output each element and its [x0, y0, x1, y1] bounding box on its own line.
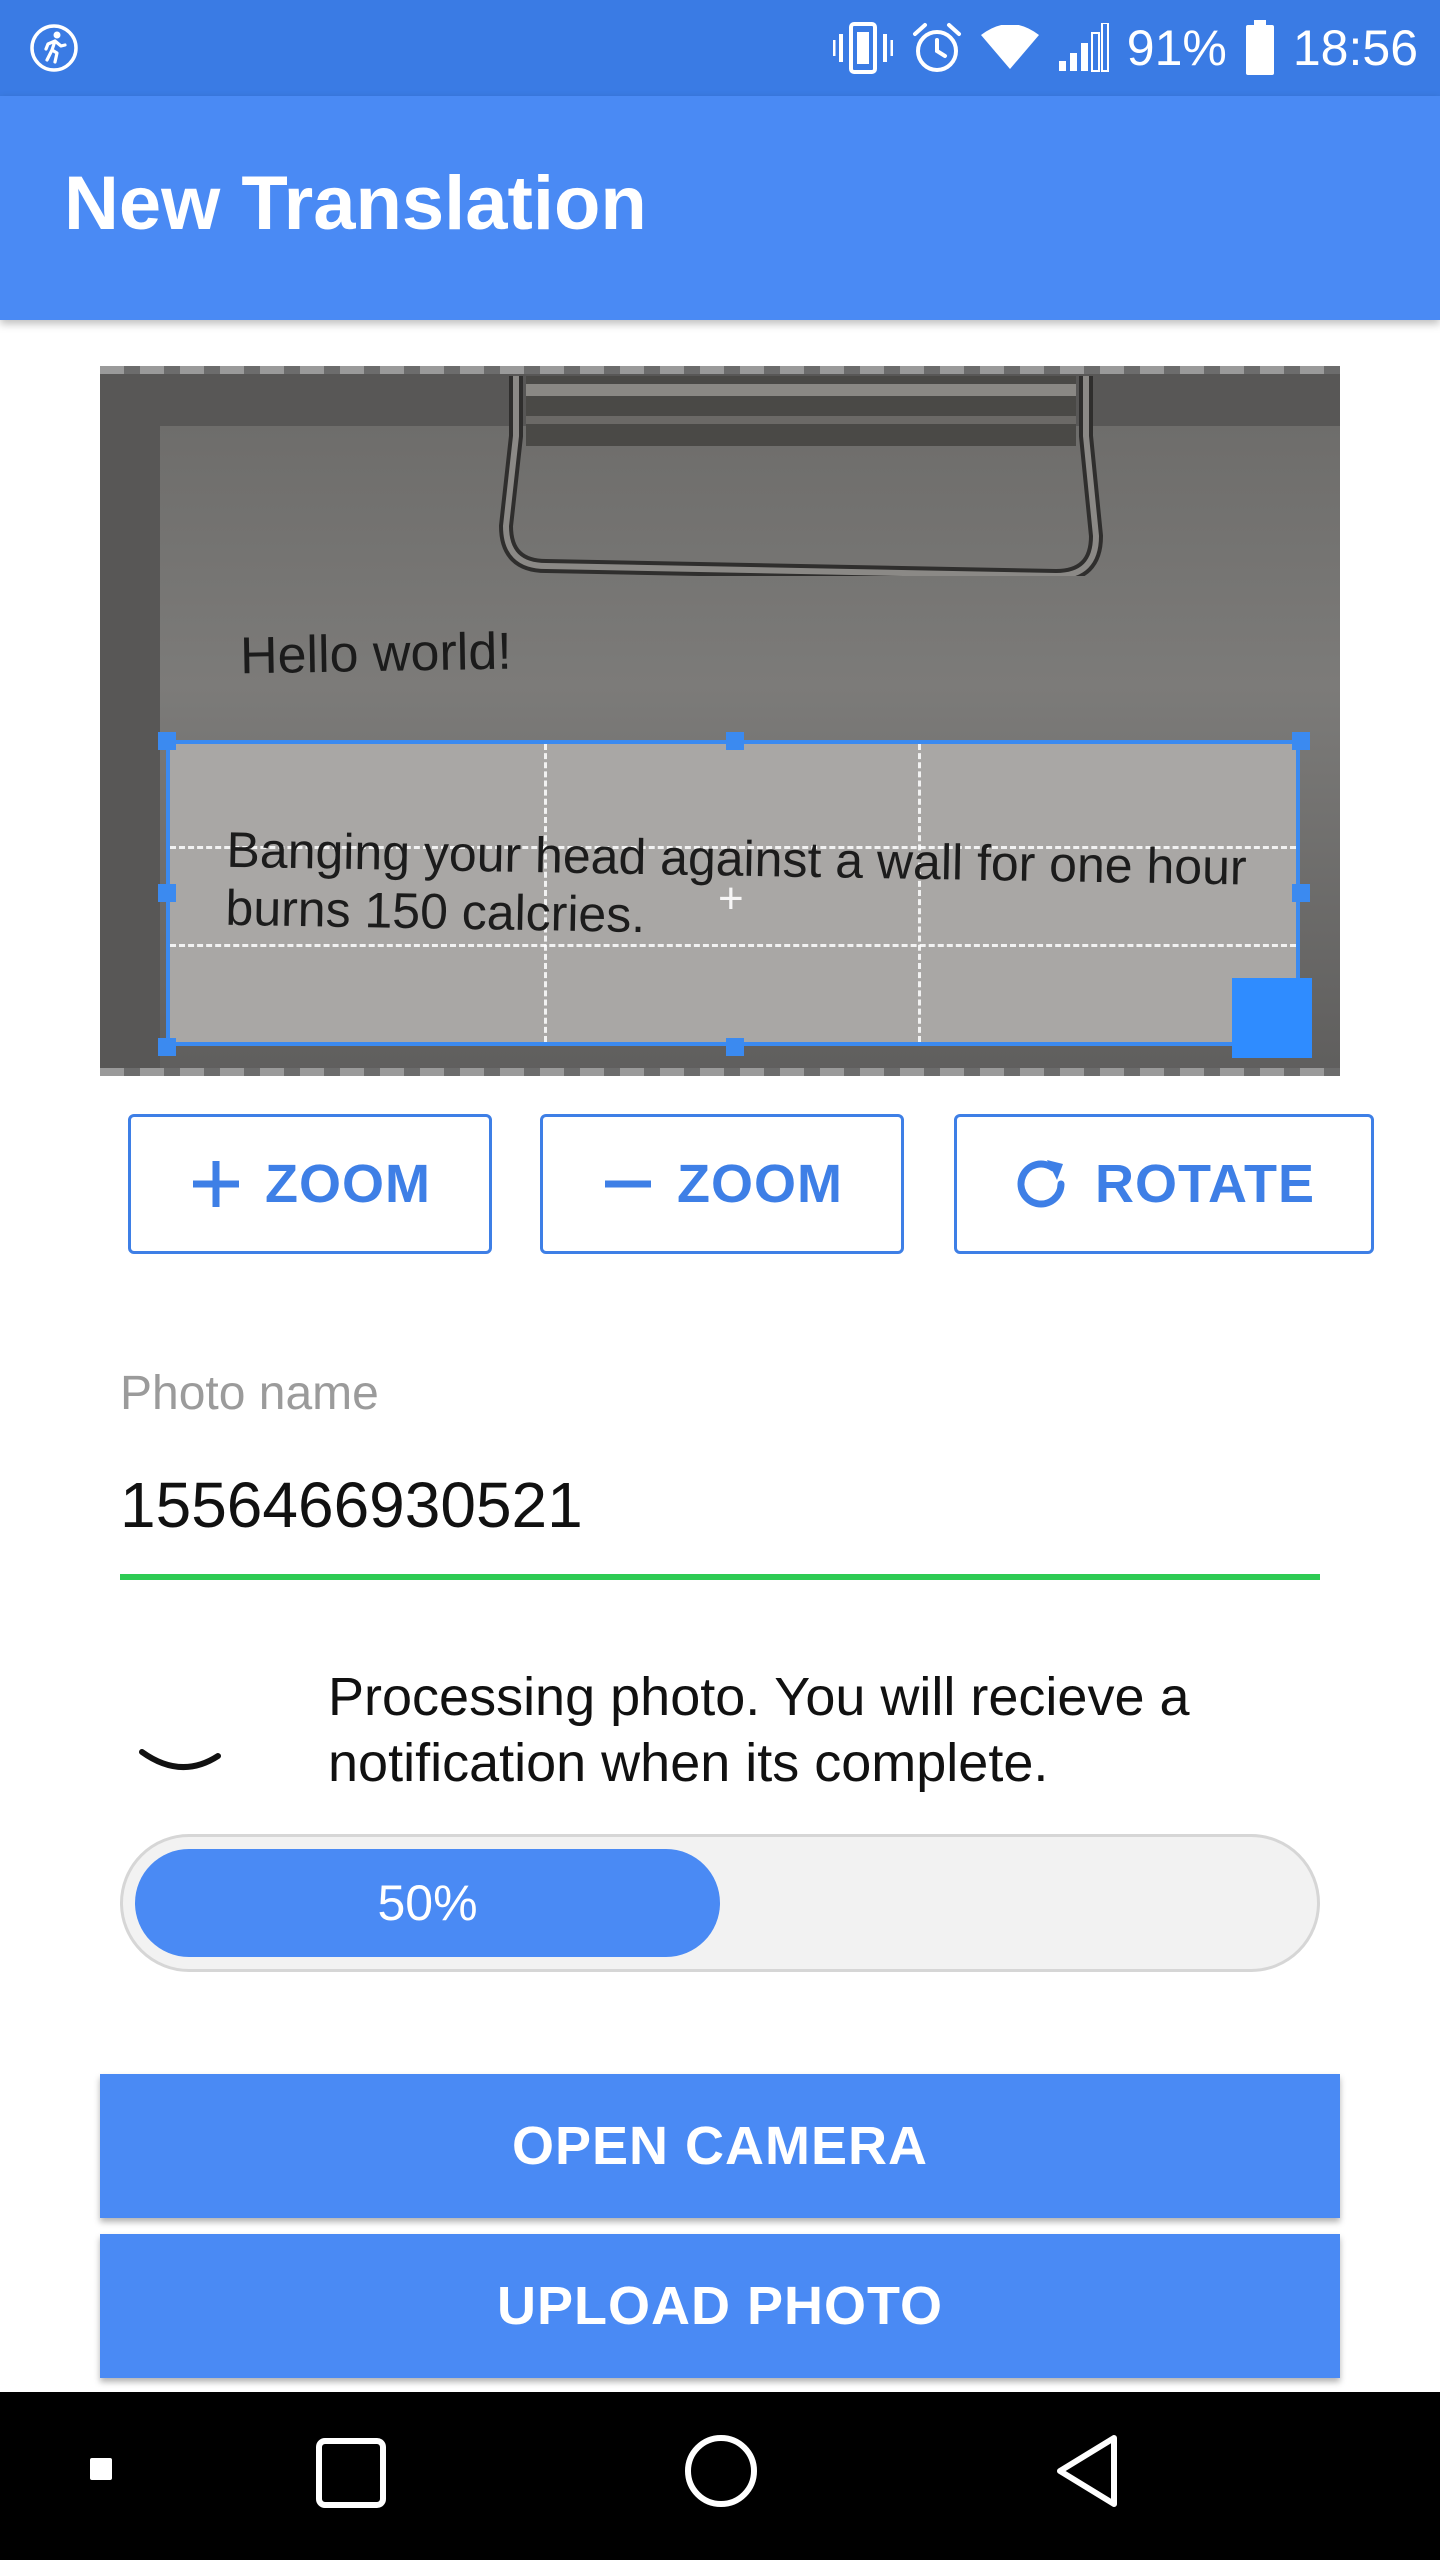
- dot-icon[interactable]: [88, 2456, 114, 2482]
- navigation-bar: [0, 2392, 1440, 2560]
- progress-fill: 50%: [135, 1849, 720, 1957]
- photo-name-label: Photo name: [120, 1367, 379, 1420]
- zoom-in-button[interactable]: ZOOM: [128, 1114, 492, 1254]
- photo-text-crop: Banging your head against a wall for one…: [225, 821, 1248, 944]
- progress-bar: 50%: [120, 1834, 1320, 1972]
- clock-time: 18:56: [1292, 20, 1418, 76]
- battery-icon: [1245, 20, 1274, 75]
- status-bar: 91% 18:56: [0, 0, 1440, 96]
- progress-label: 50%: [377, 1875, 478, 1931]
- alarm-icon: [912, 23, 961, 72]
- photo-border: [100, 1068, 1340, 1076]
- photo-border: [100, 366, 1340, 374]
- upload-photo-button[interactable]: UPLOAD PHOTO: [100, 2234, 1340, 2378]
- crop-selection[interactable]: Banging your head against a wall for one…: [166, 740, 1300, 1046]
- app-bar: New Translation: [0, 96, 1440, 320]
- crop-center-icon: +: [718, 874, 744, 923]
- recents-icon[interactable]: [314, 2436, 388, 2510]
- crop-handle-top[interactable]: [726, 732, 744, 750]
- signal-icon: [1058, 23, 1109, 72]
- zoom-out-button[interactable]: ZOOM: [540, 1114, 904, 1254]
- photo-cropper[interactable]: Hello world! Banging your head against a…: [100, 366, 1340, 1076]
- photo-name-input[interactable]: 1556466930521: [120, 1468, 583, 1542]
- open-camera-button[interactable]: OPEN CAMERA: [100, 2074, 1340, 2218]
- processing-message: Processing photo. You will recieve a not…: [328, 1667, 1190, 1793]
- back-icon[interactable]: [1052, 2432, 1122, 2510]
- photo-name-underline: [120, 1574, 1320, 1580]
- zoom-in-label: ZOOM: [265, 1154, 431, 1214]
- status-icons: 91% 18:56: [832, 0, 1418, 96]
- crop-handle-bottom-left[interactable]: [158, 1038, 176, 1056]
- crop-resize-handle[interactable]: [1232, 978, 1312, 1058]
- battery-percent: 91%: [1126, 20, 1227, 76]
- crop-handle-top-left[interactable]: [158, 732, 176, 750]
- rotate-button[interactable]: ROTATE: [954, 1114, 1374, 1254]
- home-icon[interactable]: [682, 2432, 760, 2510]
- loading-spinner-icon: [139, 1749, 221, 1770]
- activity-tracker-icon: [30, 24, 78, 72]
- plus-icon: [193, 1161, 239, 1207]
- crop-handle-bottom[interactable]: [726, 1038, 744, 1056]
- crop-handle-right[interactable]: [1292, 884, 1310, 902]
- rotate-label: ROTATE: [1095, 1154, 1315, 1214]
- clipboard-clip: [498, 376, 1104, 576]
- vibrate-icon: [832, 22, 893, 74]
- page-title: New Translation: [64, 161, 647, 246]
- zoom-out-label: ZOOM: [677, 1154, 843, 1214]
- minus-icon: [605, 1180, 651, 1188]
- crop-handle-top-right[interactable]: [1292, 732, 1310, 750]
- photo-text-hello: Hello world!: [239, 622, 513, 686]
- rotate-icon: [1017, 1160, 1065, 1208]
- crop-handle-left[interactable]: [158, 884, 176, 902]
- wifi-icon: [980, 25, 1039, 69]
